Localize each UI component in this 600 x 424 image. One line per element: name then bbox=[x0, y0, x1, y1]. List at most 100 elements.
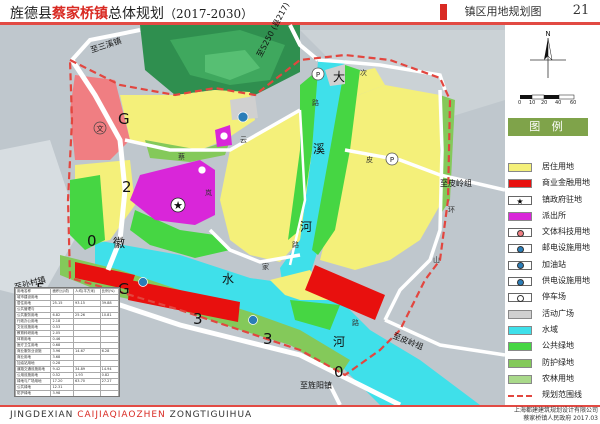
legend-label: 文体科技用地 bbox=[542, 227, 590, 237]
road-label-g-char: 0 bbox=[87, 232, 97, 250]
road-label-jia: 家 bbox=[262, 263, 269, 271]
road-label-g-char: 3 bbox=[193, 310, 203, 328]
legend-swatch bbox=[508, 358, 532, 368]
road-label-jia: 路 bbox=[292, 241, 299, 249]
north-arrow-icon: N bbox=[530, 30, 566, 78]
org-line: 蔡家桥镇人民政府 2017.03 bbox=[523, 415, 598, 422]
post-telecom-icon bbox=[237, 111, 249, 123]
legend-item: 农林用地 bbox=[508, 372, 598, 388]
land-use-stats-table: 用地名称 面积(公顷) 人均(平方米) 比例(%) 城市建设用地 居住用地 25.1… bbox=[14, 287, 120, 397]
legend-title: 图 例 bbox=[508, 118, 588, 136]
legend-swatch bbox=[508, 374, 532, 384]
legend-item: 公共绿地 bbox=[508, 339, 598, 355]
road-label-lan: 岚 bbox=[205, 189, 212, 197]
legend-item: 文体科技用地 bbox=[508, 225, 598, 241]
power-facility-icon bbox=[248, 315, 258, 325]
legend-label: 加油站 bbox=[542, 259, 566, 269]
parking-icon-north: P bbox=[311, 67, 325, 81]
scale-number: 60 bbox=[570, 100, 577, 106]
river-label-daxi: 大 bbox=[333, 70, 346, 84]
legend-swatch bbox=[508, 260, 532, 270]
legend-swatch bbox=[508, 325, 532, 335]
svg-text:★: ★ bbox=[173, 199, 183, 212]
legend-label: 居住用地 bbox=[542, 162, 574, 171]
legend-label: 商业金融用地 bbox=[542, 178, 590, 188]
legend-label: 派出所 bbox=[542, 210, 566, 220]
scale-number: 0 bbox=[518, 100, 522, 106]
legend-label: 邮电设施用地 bbox=[542, 243, 590, 253]
legend-item: 居住用地 bbox=[508, 160, 598, 176]
legend-label: 水域 bbox=[542, 324, 558, 334]
legend-swatch bbox=[508, 163, 532, 172]
scale-bar bbox=[520, 94, 575, 100]
legend-item: 派出所 bbox=[508, 209, 598, 225]
table-body: 城市建设用地 居住用地 25.15 93.15 39.88 公共管理与 公共服务用地 6.82… bbox=[15, 294, 119, 398]
scale-number: 10 bbox=[529, 100, 536, 106]
legend-swatch bbox=[508, 293, 532, 303]
legend-item: 水域 bbox=[508, 323, 598, 339]
table-cell: 0.91 bbox=[51, 397, 74, 398]
planning-map-sheet: { "header": { "title_prefix": "旌德县", "ti… bbox=[0, 0, 600, 424]
river-label-daxi: 河 bbox=[300, 220, 313, 234]
pinyin-plan: ZONGTIGUIHUA bbox=[169, 410, 253, 420]
table-cell: 广场用地 bbox=[16, 397, 51, 398]
road-label-ci: 次 bbox=[360, 69, 367, 77]
road-label-lan: 蔡 bbox=[178, 153, 185, 161]
river-label-huishui: 河 bbox=[333, 335, 346, 349]
legend-swatch: ★ bbox=[508, 195, 532, 206]
organization-info: 上海都建建筑规划设计有限公司 蔡家桥镇人民政府 2017.03 bbox=[476, 407, 598, 423]
police-icon bbox=[219, 131, 229, 141]
government-star-icon: ★ bbox=[170, 197, 186, 213]
road-label-g-char: G bbox=[118, 110, 130, 128]
org-line: 上海都建建筑规划设计有限公司 bbox=[513, 407, 598, 414]
legend-item: 供电设施用地 bbox=[508, 274, 598, 290]
river-label-huishui: 水 bbox=[222, 272, 235, 286]
scale-number: 20 bbox=[541, 100, 548, 106]
table-row: 广场用地0.91 bbox=[16, 397, 119, 398]
parking-icon-east: P bbox=[385, 152, 399, 166]
legend-label: 活动广场 bbox=[542, 308, 574, 318]
legend-swatch bbox=[508, 211, 532, 221]
legend-item: 商业金融用地 bbox=[508, 176, 598, 192]
legend-swatch bbox=[508, 395, 532, 398]
road-label-to-jingyang: 至旌阳镇 bbox=[300, 381, 332, 390]
road-label-yun: 云 bbox=[240, 136, 247, 144]
legend-swatch bbox=[508, 309, 532, 319]
legend-item: 防护绿地 bbox=[508, 356, 598, 372]
scale-number: 40 bbox=[555, 100, 562, 106]
legend-label: 停车场 bbox=[542, 292, 566, 302]
legend-swatch bbox=[508, 244, 532, 254]
legend-item: ★ 镇政府驻地 bbox=[508, 193, 598, 209]
road-label-huanshan: 路 bbox=[352, 319, 359, 327]
scale-numbers: 0 10 20 40 60 bbox=[516, 100, 586, 110]
legend-symbol-icon bbox=[517, 245, 524, 253]
legend-label: 防护绿地 bbox=[542, 357, 574, 367]
svg-text:P: P bbox=[390, 156, 394, 164]
legend-symbol-icon bbox=[517, 278, 524, 286]
legend-item: 邮电设施用地 bbox=[508, 241, 598, 257]
government-small-icon bbox=[197, 165, 207, 175]
road-label-g-char: 3 bbox=[263, 330, 273, 348]
legend-label: 公共绿地 bbox=[542, 341, 574, 351]
legend-symbol-icon bbox=[517, 294, 524, 302]
table-header-row: 用地名称 面积(公顷) 人均(平方米) 比例(%) bbox=[15, 288, 119, 295]
road-label-to-piling: 至皮岭组 bbox=[440, 179, 472, 188]
pinyin-title: JINGDEXIAN CAIJIAQIAOZHEN ZONGTIGUIHUA bbox=[10, 410, 252, 420]
svg-text:N: N bbox=[545, 30, 550, 38]
road-label-g-char: 2 bbox=[122, 178, 132, 196]
legend-item: 规划范围线 bbox=[508, 388, 598, 404]
legend-item: 活动广场 bbox=[508, 307, 598, 323]
legend-item: 加油站 bbox=[508, 258, 598, 274]
pinyin-town: CAIJIAQIAOZHEN bbox=[77, 410, 166, 420]
road-label-pi: 皮 bbox=[366, 156, 373, 164]
pinyin-county: JINGDEXIAN bbox=[10, 410, 74, 420]
legend-symbol-icon bbox=[517, 262, 524, 270]
road-label-huanshan: 山 bbox=[433, 256, 440, 264]
legend: 居住用地商业金融用地 ★ 镇政府驻地派出所文体科技用地 邮电设施用地 加油站供电设施用地… bbox=[508, 160, 598, 404]
legend-label: 镇政府驻地 bbox=[542, 194, 582, 204]
legend-label: 农林用地 bbox=[542, 373, 574, 383]
road-label-ci: 路 bbox=[312, 99, 319, 107]
legend-swatch bbox=[508, 277, 532, 287]
road-label-huanshan: 环 bbox=[448, 206, 455, 214]
legend-label: 规划范围线 bbox=[542, 390, 582, 400]
